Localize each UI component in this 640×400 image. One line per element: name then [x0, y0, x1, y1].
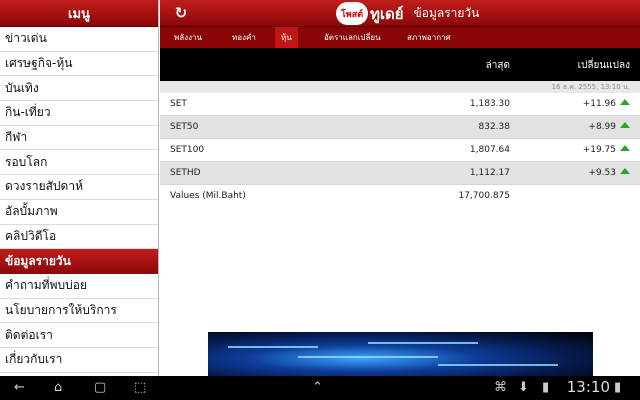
clock: 13:10 [566, 378, 610, 396]
table-row: SET50 832.38 +8.99 [160, 116, 640, 139]
index-latest: 1,112.17 [469, 168, 510, 178]
sidebar-item-contact-us[interactable]: ติดต่อเรา [0, 323, 158, 348]
sidebar-item-world[interactable]: รอบโลก [0, 150, 158, 176]
chevron-up-icon[interactable]: ⌃ [312, 380, 323, 396]
index-name: SETHD [170, 168, 201, 178]
index-latest: 832.38 [478, 122, 511, 132]
sidebar-item-sports[interactable]: กีฬา [0, 125, 158, 151]
values-row: Values (Mil.Baht) 17,700.875 [160, 185, 640, 208]
logo-badge: โพสต์ [336, 2, 368, 25]
ad-banner[interactable] [208, 332, 593, 376]
sidebar-item-faq[interactable]: คำถามที่พบบ่อย [0, 273, 158, 299]
sidebar-item-service-policy[interactable]: นโยบายการให้บริการ [0, 298, 158, 324]
recent-apps-icon[interactable]: ▢ [94, 380, 106, 396]
top-bar: ↻ โพสต์ ทูเดย์ ข้อมูลรายวัน [160, 0, 640, 27]
index-name: SET100 [170, 145, 205, 155]
stock-content: ล่าสุด เปลี่ยนแปลง 16 ธ.ค. 2555, 13:10 น… [160, 48, 640, 376]
index-name: SET [170, 99, 187, 109]
index-change: +9.53 [588, 168, 616, 178]
download-icon: ⬇ [518, 380, 529, 395]
index-name: SET50 [170, 122, 199, 132]
table-header: ล่าสุด เปลี่ยนแปลง [160, 48, 640, 81]
logo-wordmark: ทูเดย์ [370, 4, 404, 23]
column-header-latest: ล่าสุด [485, 60, 510, 71]
refresh-icon[interactable]: ↻ [172, 4, 190, 22]
sidebar: เมนู ข่าวเด่น เศรษฐกิจ-หุ้น บันเทิง กิน-… [0, 0, 159, 376]
usb-icon: ⌘ [494, 380, 507, 395]
sidebar-item-horoscope[interactable]: ดวงรายสัปดาห์ [0, 175, 158, 200]
tab-gold[interactable]: ทองคำ [232, 27, 256, 48]
index-change: +19.75 [582, 145, 616, 155]
home-icon[interactable]: ⌂ [54, 380, 62, 396]
column-header-change: เปลี่ยนแปลง [577, 60, 630, 71]
table-row: SET 1,183.30 +11.96 [160, 93, 640, 116]
sidebar-item-food-travel[interactable]: กิน-เที่ยว [0, 101, 158, 126]
up-arrow-icon [620, 99, 630, 105]
back-icon[interactable]: ← [14, 380, 25, 396]
sidebar-item-daily-data[interactable]: ข้อมูลรายวัน [0, 249, 158, 274]
page-title: ข้อมูลรายวัน [413, 6, 480, 20]
update-timestamp: 16 ธ.ค. 2555, 13:10 น. [160, 81, 640, 93]
sidebar-item-photo-album[interactable]: อัลบั้มภาพ [0, 199, 158, 225]
tab-exchange-rate[interactable]: อัตราแลกเปลี่ยน [324, 27, 381, 48]
tab-stocks[interactable]: หุ้น [275, 27, 298, 48]
index-change: +11.96 [582, 99, 616, 109]
table-row: SETHD 1,112.17 +9.53 [160, 162, 640, 185]
battery-icon: ▮ [614, 380, 622, 395]
sidebar-item-video-clips[interactable]: คลิปวิดีโอ [0, 224, 158, 250]
table-row: SET100 1,807.64 +19.75 [160, 139, 640, 162]
system-bar: ← ⌂ ▢ ⬚ ⌃ ⌘ ⬇ ▮ 13:10 ▮ [0, 376, 640, 400]
values-amount: 17,700.875 [458, 191, 510, 201]
tab-weather[interactable]: สภาพอากาศ [407, 27, 451, 48]
app-logo: โพสต์ ทูเดย์ ข้อมูลรายวัน [336, 2, 479, 25]
tab-bar: พลังงาน ทองคำ หุ้น อัตราแลกเปลี่ยน สภาพอ… [160, 27, 640, 48]
up-arrow-icon [620, 145, 630, 151]
values-label: Values (Mil.Baht) [170, 191, 246, 201]
sidebar-item-about-us[interactable]: เกี่ยวกับเรา [0, 347, 158, 373]
tab-energy[interactable]: พลังงาน [174, 27, 202, 48]
index-change: +8.99 [588, 122, 616, 132]
sidebar-item-top-news[interactable]: ข่าวเด่น [0, 27, 158, 52]
sidebar-item-economy-stocks[interactable]: เศรษฐกิจ-หุ้น [0, 51, 158, 77]
sidebar-item-entertainment[interactable]: บันเทิง [0, 76, 158, 102]
screenshot-icon[interactable]: ⬚ [134, 380, 146, 396]
app-window: เมนู ข่าวเด่น เศรษฐกิจ-หุ้น บันเทิง กิน-… [0, 0, 640, 400]
index-latest: 1,807.64 [469, 145, 510, 155]
sidebar-header: เมนู [0, 0, 158, 27]
up-arrow-icon [620, 168, 630, 174]
sd-card-icon: ▮ [542, 380, 550, 395]
up-arrow-icon [620, 122, 630, 128]
index-latest: 1,183.30 [469, 99, 510, 109]
